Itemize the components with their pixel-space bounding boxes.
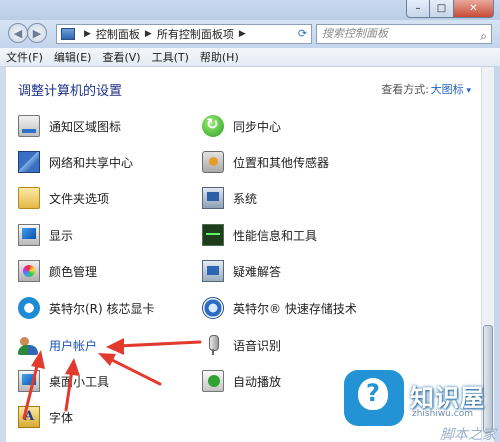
item-intel-graphics[interactable]: 英特尔(R) 核芯显卡: [18, 295, 155, 321]
item-label: 字体: [49, 410, 74, 425]
maximize-button[interactable]: □: [430, 0, 454, 18]
item-troubleshooting[interactable]: 疑难解答: [202, 258, 281, 284]
minimize-button[interactable]: –: [406, 0, 430, 18]
item-label: 通知区域图标: [49, 119, 122, 134]
breadcrumb-separator-icon: ▶: [238, 29, 246, 39]
item-label: 系统: [233, 191, 258, 206]
item-label: 文件夹选项: [49, 191, 110, 206]
item-desktop-gadgets[interactable]: 桌面小工具: [18, 368, 109, 394]
item-sync-center[interactable]: 同步中心: [202, 113, 281, 139]
user-accounts-icon: [18, 334, 40, 356]
item-label: 英特尔® 快速存储技术: [233, 301, 357, 316]
item-display[interactable]: 显示: [18, 222, 73, 248]
item-color-management[interactable]: 颜色管理: [18, 258, 97, 284]
search-placeholder: 搜索控制面板: [322, 27, 388, 40]
menu-file[interactable]: 文件(F): [6, 49, 43, 65]
item-user-accounts[interactable]: 用户帐户: [18, 332, 97, 358]
title-bar: – □ ✕: [0, 0, 500, 20]
intel-rst-icon: [202, 297, 224, 319]
watermark-brand: 知识屋: [410, 384, 485, 412]
breadcrumb-separator-icon: ▶: [84, 29, 91, 39]
view-by-dropdown[interactable]: 大图标: [431, 81, 471, 97]
fonts-icon: [18, 406, 40, 428]
page-title: 调整计算机的设置: [18, 84, 123, 99]
intel-graphics-icon: [18, 297, 40, 319]
item-label: 性能信息和工具: [233, 228, 318, 243]
window-controls: – □ ✕: [406, 0, 494, 18]
item-label: 同步中心: [233, 119, 282, 134]
breadcrumb-all-items[interactable]: 所有控制面板项: [157, 26, 234, 42]
item-label: 颜色管理: [49, 264, 98, 279]
forward-arrow-icon[interactable]: ▶: [27, 23, 47, 43]
item-notification-icons[interactable]: 通知区域图标: [18, 113, 121, 139]
item-label: 语音识别: [233, 338, 282, 353]
troubleshooting-icon: [202, 260, 224, 282]
item-label: 疑难解答: [233, 264, 282, 279]
back-arrow-icon[interactable]: ◀: [8, 23, 28, 43]
search-input[interactable]: 搜索控制面板 ⌕: [316, 24, 492, 44]
view-by-label: 查看方式:: [381, 83, 429, 96]
item-speech-recognition[interactable]: 语音识别: [202, 332, 281, 358]
speech-recognition-icon: [202, 334, 224, 356]
refresh-icon[interactable]: ⟳: [294, 24, 312, 44]
system-icon: [202, 187, 224, 209]
item-fonts[interactable]: 字体: [18, 404, 73, 430]
menu-edit[interactable]: 编辑(E): [54, 49, 92, 65]
item-network-sharing[interactable]: 网络和共享中心: [18, 149, 133, 175]
address-bar[interactable]: ▶ 控制面板 ▶ 所有控制面板项 ▶: [56, 24, 312, 44]
watermark-corner: 脚本之家: [440, 427, 496, 442]
menu-view[interactable]: 查看(V): [102, 49, 140, 65]
display-icon: [18, 224, 40, 246]
item-autoplay[interactable]: 自动播放: [202, 368, 281, 394]
close-button[interactable]: ✕: [454, 0, 494, 18]
performance-icon: [202, 224, 224, 246]
color-management-icon: [18, 260, 40, 282]
control-panel-icon: [61, 28, 75, 40]
item-label: 用户帐户: [49, 338, 98, 353]
menu-tools[interactable]: 工具(T): [152, 49, 189, 65]
notification-tray-icon: [18, 115, 40, 137]
folder-options-icon: [18, 187, 40, 209]
item-label: 桌面小工具: [49, 374, 110, 389]
location-sensors-icon: [202, 151, 224, 173]
menu-help[interactable]: 帮助(H): [200, 49, 239, 65]
sync-center-icon: [202, 115, 224, 137]
desktop-gadgets-icon: [18, 370, 40, 392]
search-icon[interactable]: ⌕: [480, 27, 487, 45]
item-location-sensors[interactable]: 位置和其他传感器: [202, 149, 329, 175]
navigation-bar: ◀ ▶ ▶ 控制面板 ▶ 所有控制面板项 ▶ ⟳ 搜索控制面板 ⌕: [0, 20, 500, 48]
watermark-logo-icon: [344, 370, 404, 426]
menu-bar: 文件(F) 编辑(E) 查看(V) 工具(T) 帮助(H): [0, 48, 500, 67]
autoplay-icon: [202, 370, 224, 392]
item-label: 网络和共享中心: [49, 155, 134, 170]
watermark-url: zhishiwu.com: [412, 409, 473, 419]
item-label: 位置和其他传感器: [233, 155, 330, 170]
item-system[interactable]: 系统: [202, 185, 257, 211]
item-label: 自动播放: [233, 374, 282, 389]
item-label: 英特尔(R) 核芯显卡: [49, 301, 155, 316]
breadcrumb-control-panel[interactable]: 控制面板: [96, 26, 140, 42]
item-folder-options[interactable]: 文件夹选项: [18, 185, 109, 211]
window-frame-edge: [494, 67, 500, 442]
network-icon: [18, 151, 40, 173]
item-label: 显示: [49, 228, 74, 243]
breadcrumb-separator-icon: ▶: [144, 29, 152, 39]
item-intel-rst[interactable]: 英特尔® 快速存储技术: [202, 295, 357, 321]
item-performance[interactable]: 性能信息和工具: [202, 222, 317, 248]
